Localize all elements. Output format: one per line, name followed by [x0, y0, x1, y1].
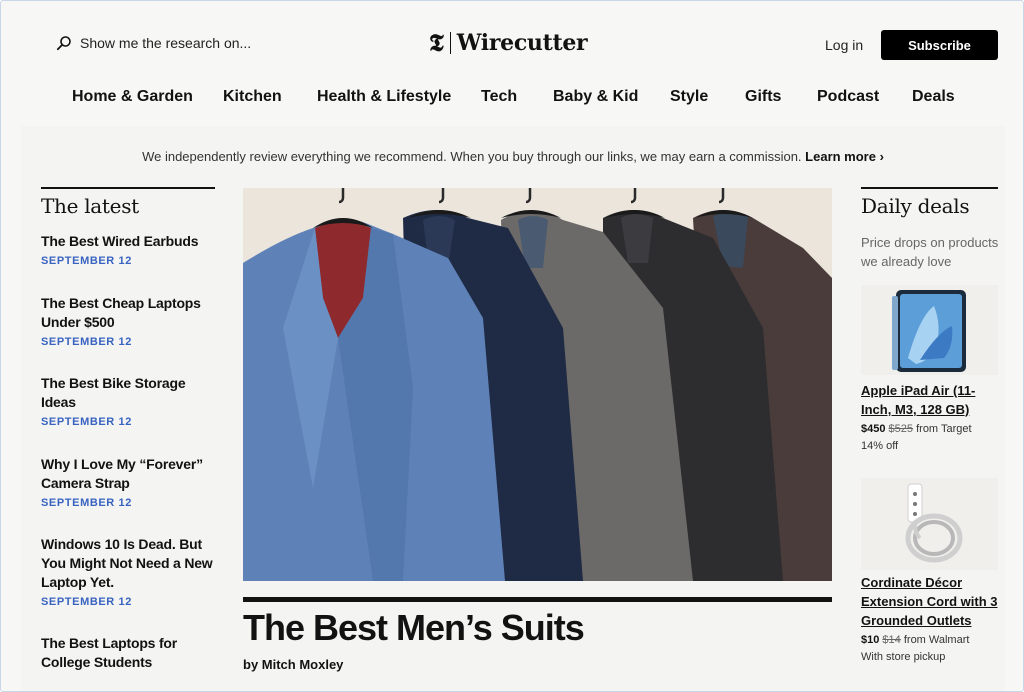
login-link[interactable]: Log in: [825, 37, 863, 53]
wirecutter-logo[interactable]: 𝕿 Wirecutter: [429, 28, 588, 57]
deal-price-line: $10 $14 from Walmart: [861, 634, 969, 646]
latest-item[interactable]: The Best Laptops for College Students: [41, 634, 221, 672]
disclosure-text: We independently review everything we re…: [142, 149, 802, 164]
latest-item-date: SEPTEMBER 12: [41, 336, 132, 348]
latest-item[interactable]: The Best Bike Storage Ideas SEPTEMBER 12: [41, 374, 221, 428]
deal-retailer: from Walmart: [903, 634, 970, 646]
latest-item-title[interactable]: The Best Laptops for College Students: [41, 634, 221, 672]
latest-item-title[interactable]: Why I Love My “Forever” Camera Strap: [41, 455, 221, 493]
deals-section: Daily deals: [861, 187, 998, 218]
deal-price: $10: [861, 634, 880, 646]
logo-wordmark: Wirecutter: [456, 30, 588, 56]
latest-item-title[interactable]: The Best Cheap Laptops Under $500: [41, 294, 221, 332]
latest-item[interactable]: Why I Love My “Forever” Camera Strap SEP…: [41, 455, 221, 509]
nav-item-gifts[interactable]: Gifts: [745, 88, 781, 106]
suits-illustration: [243, 188, 832, 581]
deal-note: 14% off: [861, 440, 899, 452]
latest-item-title[interactable]: Windows 10 Is Dead. But You Might Not Ne…: [41, 535, 221, 592]
deal-price-line: $450 $525 from Target: [861, 423, 972, 435]
deals-heading: Daily deals: [861, 194, 970, 218]
nav-item-podcast[interactable]: Podcast: [817, 88, 879, 106]
nav-item-kitchen[interactable]: Kitchen: [223, 88, 282, 106]
deal-retailer: from Target: [916, 423, 972, 435]
latest-section: The latest: [41, 187, 215, 218]
ipad-image: [891, 290, 966, 372]
deal-old-price: $525: [888, 423, 914, 435]
nav-item-tech[interactable]: Tech: [481, 88, 517, 106]
deals-subtitle: Price drops on products we already love: [861, 235, 999, 269]
main-nav: Home & Garden Kitchen Health & Lifestyle…: [1, 88, 1023, 110]
deal-title[interactable]: Apple iPad Air (11-Inch, M3, 128 GB): [861, 381, 1001, 419]
affiliate-disclosure: We independently review everything we re…: [1, 149, 1023, 164]
search-box[interactable]: Show me the research on...: [56, 35, 251, 51]
latest-heading: The latest: [41, 194, 139, 218]
latest-item-title[interactable]: The Best Wired Earbuds: [41, 232, 221, 251]
hero-rule: [243, 597, 832, 602]
deal-title[interactable]: Cordinate Décor Extension Cord with 3 Gr…: [861, 573, 1001, 630]
latest-item[interactable]: Windows 10 Is Dead. But You Might Not Ne…: [41, 535, 221, 608]
hero-title[interactable]: The Best Men’s Suits: [243, 607, 585, 649]
search-placeholder[interactable]: Show me the research on...: [80, 35, 251, 51]
nav-item-health-lifestyle[interactable]: Health & Lifestyle: [317, 88, 451, 106]
deal-image-ipad[interactable]: [861, 285, 998, 375]
extension-cord-image: [905, 483, 962, 563]
section-rule: [861, 187, 998, 189]
page-frame: Show me the research on... 𝕿 Wirecutter …: [0, 0, 1024, 692]
latest-item[interactable]: The Best Wired Earbuds SEPTEMBER 12: [41, 232, 221, 267]
search-icon: [56, 36, 71, 51]
latest-item-title[interactable]: The Best Bike Storage Ideas: [41, 374, 221, 412]
deal-image-extension-cord[interactable]: [861, 478, 998, 570]
subscribe-button[interactable]: Subscribe: [881, 30, 998, 60]
hero-byline: by Mitch Moxley: [243, 657, 344, 672]
latest-item-date: SEPTEMBER 12: [41, 255, 132, 267]
nav-item-style[interactable]: Style: [670, 88, 708, 106]
latest-item-date: SEPTEMBER 12: [41, 416, 132, 428]
latest-item[interactable]: The Best Cheap Laptops Under $500 SEPTEM…: [41, 294, 221, 348]
logo-divider: [449, 32, 451, 54]
latest-item-date: SEPTEMBER 12: [41, 497, 132, 509]
deal-note: With store pickup: [861, 651, 946, 663]
learn-more-link[interactable]: Learn more ›: [805, 149, 884, 164]
hero-image[interactable]: [243, 188, 832, 581]
section-rule: [41, 187, 215, 189]
nav-item-baby-kid[interactable]: Baby & Kid: [553, 88, 638, 106]
latest-item-date: SEPTEMBER 12: [41, 596, 132, 608]
nav-item-deals[interactable]: Deals: [912, 88, 955, 106]
nav-item-home-garden[interactable]: Home & Garden: [72, 88, 193, 106]
deal-old-price: $14: [882, 634, 901, 646]
deal-price: $450: [861, 423, 886, 435]
nyt-t-logo-icon: 𝕿: [429, 28, 444, 57]
